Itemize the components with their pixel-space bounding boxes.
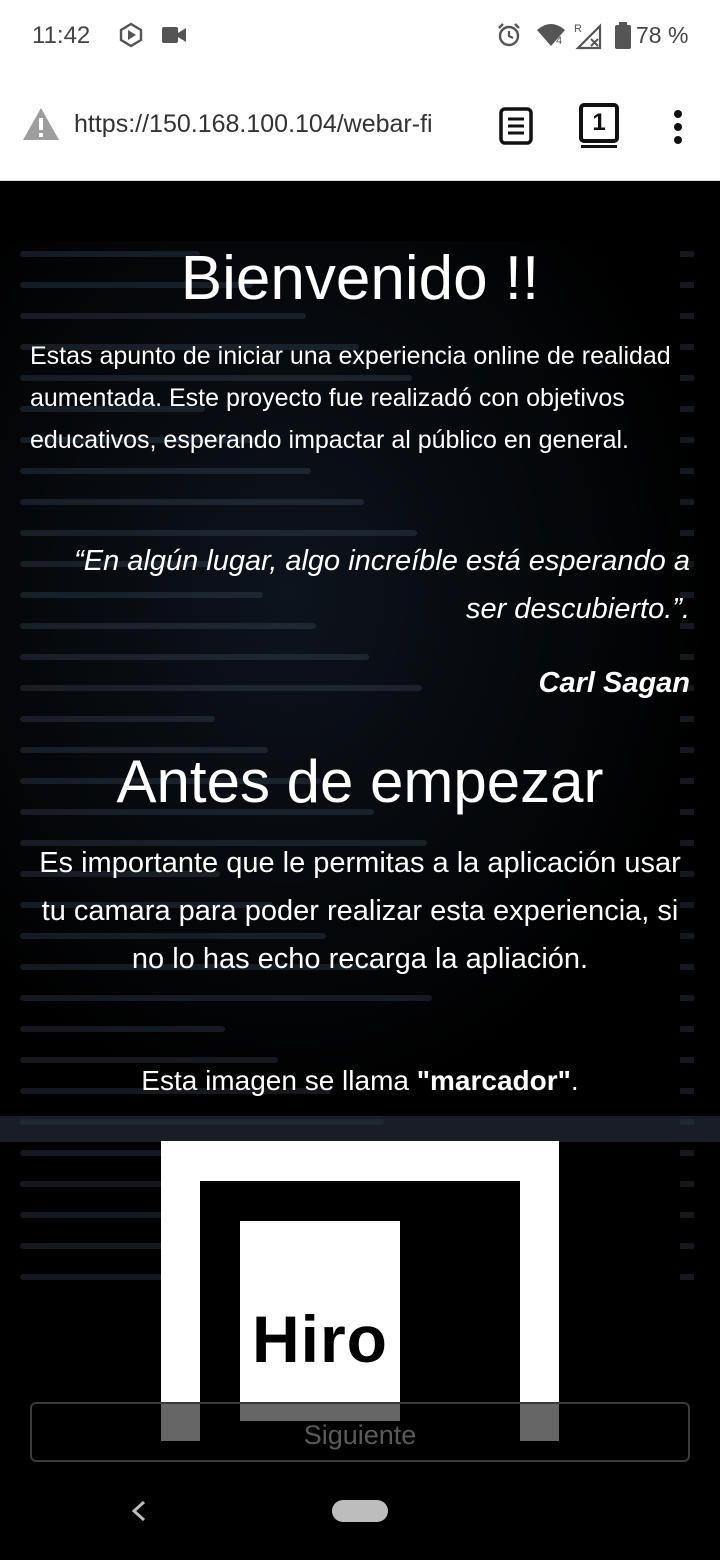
play-circle-icon [118, 22, 144, 48]
wifi-icon: 4 [536, 22, 565, 48]
background-code-line [20, 468, 311, 474]
marker-label: Hiro [252, 1302, 388, 1376]
status-time: 11:42 [32, 22, 91, 49]
marker-sentence-prefix: Esta imagen se llama [141, 1065, 417, 1096]
background-line-mark [680, 1057, 694, 1063]
svg-text:R: R [574, 23, 582, 35]
back-icon[interactable] [124, 1496, 154, 1531]
next-button[interactable]: Siguiente [30, 1402, 690, 1462]
signal-icon: R [574, 22, 602, 50]
url-field[interactable]: https://150.168.100.104/webar-fi [74, 110, 474, 139]
background-line-mark [680, 1274, 694, 1280]
background-code-line [20, 1057, 278, 1063]
hiro-marker-image: Hiro [161, 1141, 559, 1441]
background-code-line [20, 995, 432, 1001]
background-code-line [20, 654, 369, 660]
background-code-line [20, 499, 364, 505]
background-code-line [20, 716, 215, 722]
background-line-mark [680, 1026, 694, 1032]
camera-permission-text: Es importante que le permitas a la aplic… [39, 847, 681, 975]
more-menu-icon[interactable] [670, 108, 686, 153]
browser-toolbar: https://150.168.100.104/webar-fi 1 [0, 72, 720, 181]
tabs-button[interactable]: 1 [578, 102, 622, 150]
status-bar: 11:42 4 R 78 % [0, 0, 720, 72]
video-camera-icon [160, 22, 186, 48]
quote-text: “En algún lugar, algo increíble está esp… [74, 545, 690, 625]
marker-sentence: Esta imagen se llama "marcador". [0, 1065, 720, 1097]
warning-icon[interactable] [22, 106, 60, 147]
background-code-line [20, 1026, 225, 1032]
background-line-mark [680, 1243, 694, 1249]
web-content: Bienvenido !! Estas apunto de iniciar un… [0, 181, 720, 1464]
background-line-mark [680, 530, 694, 536]
section-title: Antes de empezar [116, 748, 604, 815]
welcome-title: Bienvenido !! [180, 244, 540, 313]
marker-name: "marcador" [416, 1065, 571, 1096]
url-fade [440, 102, 480, 142]
background-line-mark [680, 499, 694, 505]
background-line-mark [680, 1150, 694, 1156]
tab-count: 1 [592, 109, 606, 136]
marker-sentence-suffix: . [570, 1065, 579, 1096]
background-line-mark [680, 1212, 694, 1218]
quote-author: Carl Sagan [538, 667, 691, 699]
battery-percentage: 78 % [636, 22, 689, 48]
system-navigation-bar [0, 1464, 720, 1560]
background-line-mark [680, 1181, 694, 1187]
background-line-mark [680, 468, 694, 474]
intro-text: Estas apunto de iniciar una experiencia … [30, 342, 671, 454]
home-button[interactable] [332, 1500, 388, 1522]
background-line-mark [680, 716, 694, 722]
background-line-mark [680, 654, 694, 660]
background-code-line [20, 530, 417, 536]
alarm-icon [496, 22, 522, 48]
reader-mode-icon[interactable] [498, 106, 534, 151]
svg-text:4: 4 [556, 35, 562, 47]
background-line-mark [680, 995, 694, 1001]
background-taskbar-decoration [0, 1116, 720, 1142]
